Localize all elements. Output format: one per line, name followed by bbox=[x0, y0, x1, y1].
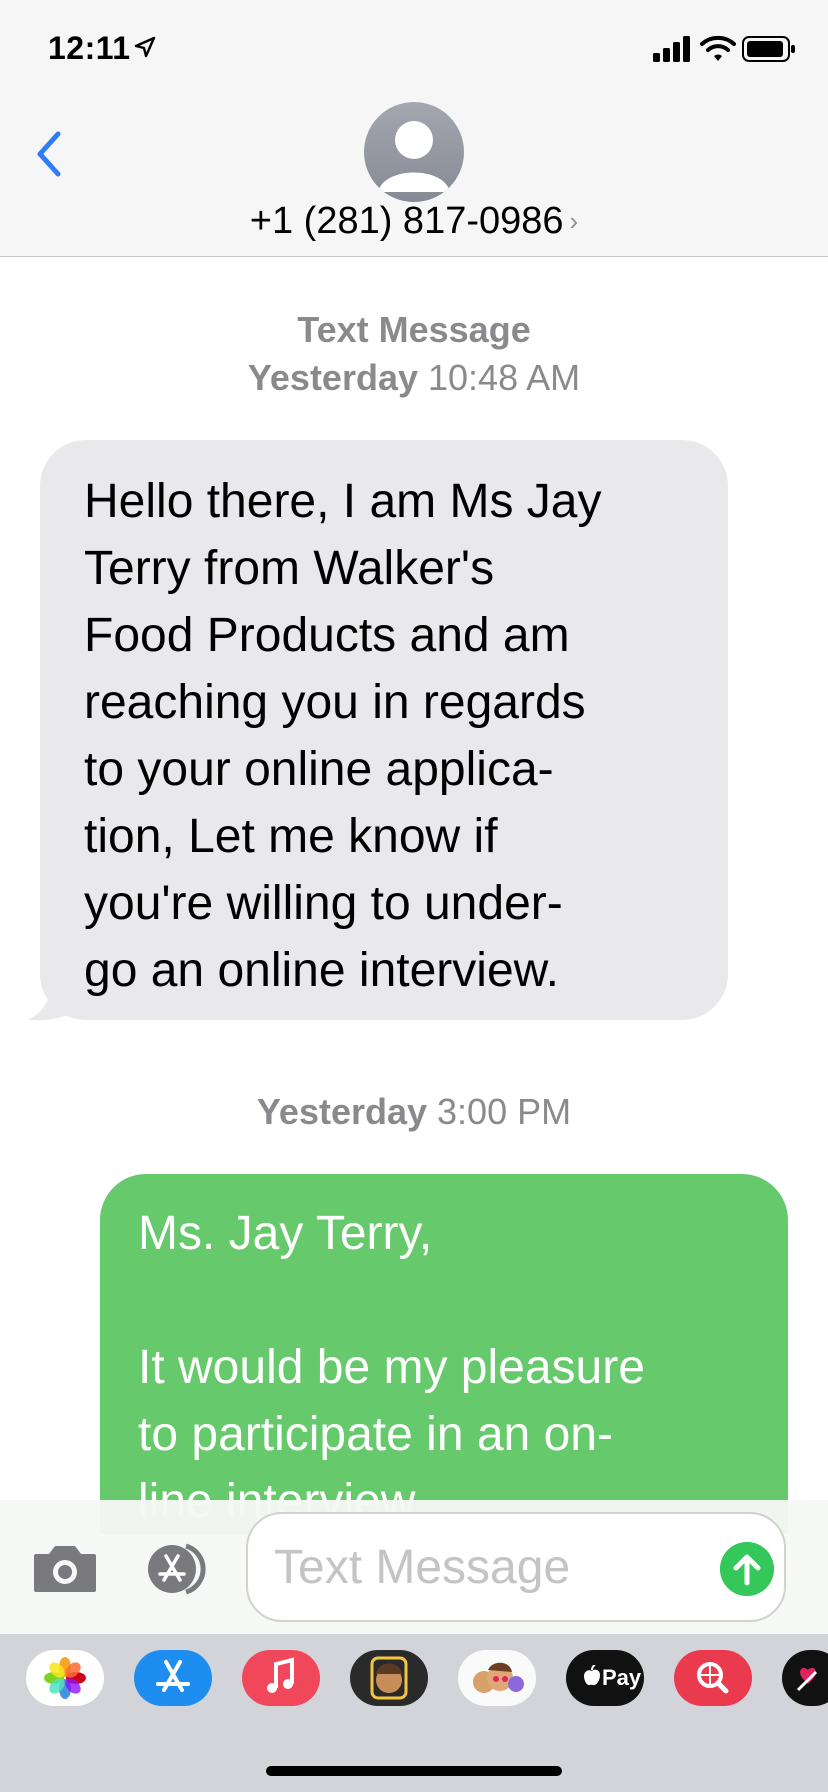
message-line: Terry from Walker's bbox=[84, 542, 495, 595]
conversation-header: +1 (281) 817-0986 › bbox=[0, 96, 828, 257]
message-line: you're willing to under- bbox=[84, 877, 563, 930]
message-line: to your online applica- bbox=[84, 743, 554, 796]
message-timestamp: Yesterday 3:00 PM bbox=[0, 1088, 828, 1136]
compose-bar: Text Message bbox=[0, 1500, 828, 1634]
message-type-label: Text Message bbox=[297, 309, 531, 350]
timestamp-day: Yesterday bbox=[247, 357, 418, 398]
location-arrow-icon bbox=[134, 36, 156, 58]
message-line: Food Products and am bbox=[84, 609, 570, 662]
wifi-icon bbox=[700, 35, 736, 61]
message-line: go an online interview. bbox=[84, 944, 559, 997]
message-line: reaching you in regards bbox=[84, 676, 586, 729]
timestamp-time: 3:00 PM bbox=[437, 1091, 572, 1132]
camera-icon[interactable] bbox=[32, 1544, 98, 1594]
app-store-icon[interactable] bbox=[140, 1542, 212, 1596]
message-line: Ms. Jay Terry, bbox=[138, 1207, 433, 1260]
contact-details-link[interactable]: +1 (281) 817-0986 › bbox=[0, 200, 828, 243]
message-input-placeholder: Text Message bbox=[274, 1541, 571, 1594]
photos-icon[interactable] bbox=[26, 1650, 104, 1706]
outgoing-message-bubble[interactable]: Ms. Jay Terry, It would be my pleasure t… bbox=[100, 1174, 788, 1534]
app-store-icon[interactable] bbox=[134, 1650, 212, 1706]
back-chevron-icon[interactable] bbox=[28, 126, 68, 182]
memoji-icon[interactable] bbox=[350, 1650, 428, 1706]
timestamp-day: Yesterday bbox=[256, 1091, 428, 1132]
message-line: to participate in an on- bbox=[138, 1408, 613, 1461]
message-line: Hello there, I am Ms Jay bbox=[84, 475, 602, 528]
memoji-stickers-icon[interactable] bbox=[458, 1650, 536, 1706]
contact-avatar[interactable] bbox=[364, 102, 464, 202]
status-bar: 12:11 bbox=[0, 0, 828, 96]
contact-number: +1 (281) 817-0986 bbox=[249, 200, 564, 242]
home-indicator[interactable] bbox=[266, 1766, 562, 1776]
incoming-message-text: Hello there, I am Ms Jay Terry from Walk… bbox=[84, 468, 704, 1004]
status-time: 12:11 bbox=[48, 30, 131, 66]
music-icon[interactable] bbox=[242, 1650, 320, 1706]
chevron-right-icon: › bbox=[569, 206, 579, 236]
message-input[interactable]: Text Message bbox=[246, 1512, 786, 1622]
apple-pay-label: Pay bbox=[602, 1665, 642, 1690]
message-line: It would be my pleasure bbox=[138, 1341, 645, 1394]
battery-icon bbox=[742, 36, 795, 62]
incoming-message-bubble[interactable]: Hello there, I am Ms Jay Terry from Walk… bbox=[40, 440, 728, 1020]
message-timestamp: Text Message Yesterday 10:48 AM bbox=[0, 306, 828, 402]
timestamp-time: 10:48 AM bbox=[428, 357, 581, 398]
message-line: tion, Let me know if bbox=[84, 810, 498, 863]
apple-pay-icon[interactable]: Pay bbox=[566, 1650, 644, 1706]
send-arrow-icon[interactable] bbox=[720, 1542, 774, 1596]
signal-icon bbox=[653, 36, 690, 62]
person-silhouette-icon bbox=[378, 121, 450, 192]
image-search-icon[interactable] bbox=[674, 1650, 752, 1706]
more-app-icon[interactable] bbox=[782, 1650, 828, 1706]
